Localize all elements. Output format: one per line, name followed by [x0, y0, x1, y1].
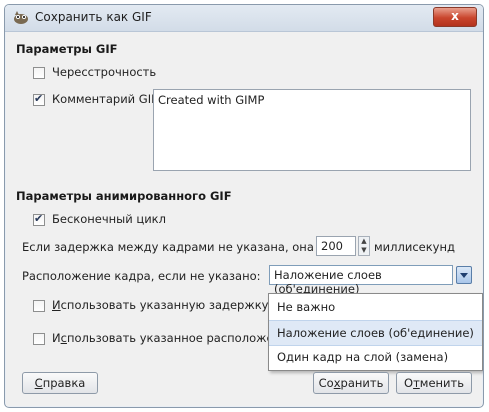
- delay-input[interactable]: 200: [316, 236, 356, 256]
- disposal-label: Расположение кадра, если не указано:: [22, 269, 261, 283]
- disposal-select[interactable]: Наложение слоев (об'единение): [269, 265, 453, 296]
- chevron-down-icon[interactable]: [456, 266, 472, 284]
- comment-textarea[interactable]: Created with GIMP: [153, 89, 471, 171]
- close-button[interactable]: x: [433, 7, 477, 27]
- delay-unit: миллисекунд: [374, 240, 455, 254]
- comment-label: Комментарий GIF:: [52, 92, 161, 106]
- gif-params-title: Параметры GIF: [16, 42, 118, 56]
- comment-checkbox[interactable]: [33, 92, 45, 106]
- use-disposal-label: Использовать указанное расположе: [52, 331, 274, 345]
- title-bar: Сохранить как GIF x: [5, 5, 483, 32]
- use-delay-label: Использовать указанную задержку в: [52, 298, 279, 312]
- close-icon: x: [451, 9, 459, 23]
- dialog-body: Параметры GIF Чересстрочность Комментари…: [6, 32, 483, 406]
- loop-checkbox[interactable]: [33, 212, 45, 226]
- save-button[interactable]: Сохранить: [313, 372, 389, 394]
- anim-params-title: Параметры анимированного GIF: [16, 189, 232, 203]
- use-delay-checkbox[interactable]: [33, 300, 45, 312]
- spin-up-icon[interactable]: ▲: [359, 237, 369, 246]
- dropdown-option[interactable]: Не важно: [269, 295, 482, 319]
- interlace-label: Чересстрочность: [52, 65, 157, 79]
- cancel-button[interactable]: Отменить: [396, 372, 472, 394]
- loop-label: Бесконечный цикл: [52, 212, 166, 226]
- dropdown-option-selected[interactable]: Наложение слоев (об'единение): [269, 320, 482, 346]
- window-title: Сохранить как GIF: [35, 10, 152, 24]
- help-button[interactable]: Справка: [22, 372, 98, 394]
- delay-spinner[interactable]: ▲ ▼: [358, 236, 370, 256]
- spin-down-icon[interactable]: ▼: [359, 246, 369, 255]
- save-as-gif-dialog: Сохранить как GIF x Параметры GIF Чересс…: [4, 4, 484, 408]
- gimp-icon: [14, 11, 28, 24]
- use-disposal-checkbox[interactable]: [33, 333, 45, 345]
- disposal-dropdown-list: Не важно Наложение слоев (об'единение) О…: [268, 293, 483, 371]
- dropdown-option[interactable]: Один кадр на слой (замена): [269, 345, 482, 369]
- interlace-checkbox[interactable]: [33, 67, 45, 79]
- delay-label: Если задержка между кадрами не указана, …: [22, 240, 358, 254]
